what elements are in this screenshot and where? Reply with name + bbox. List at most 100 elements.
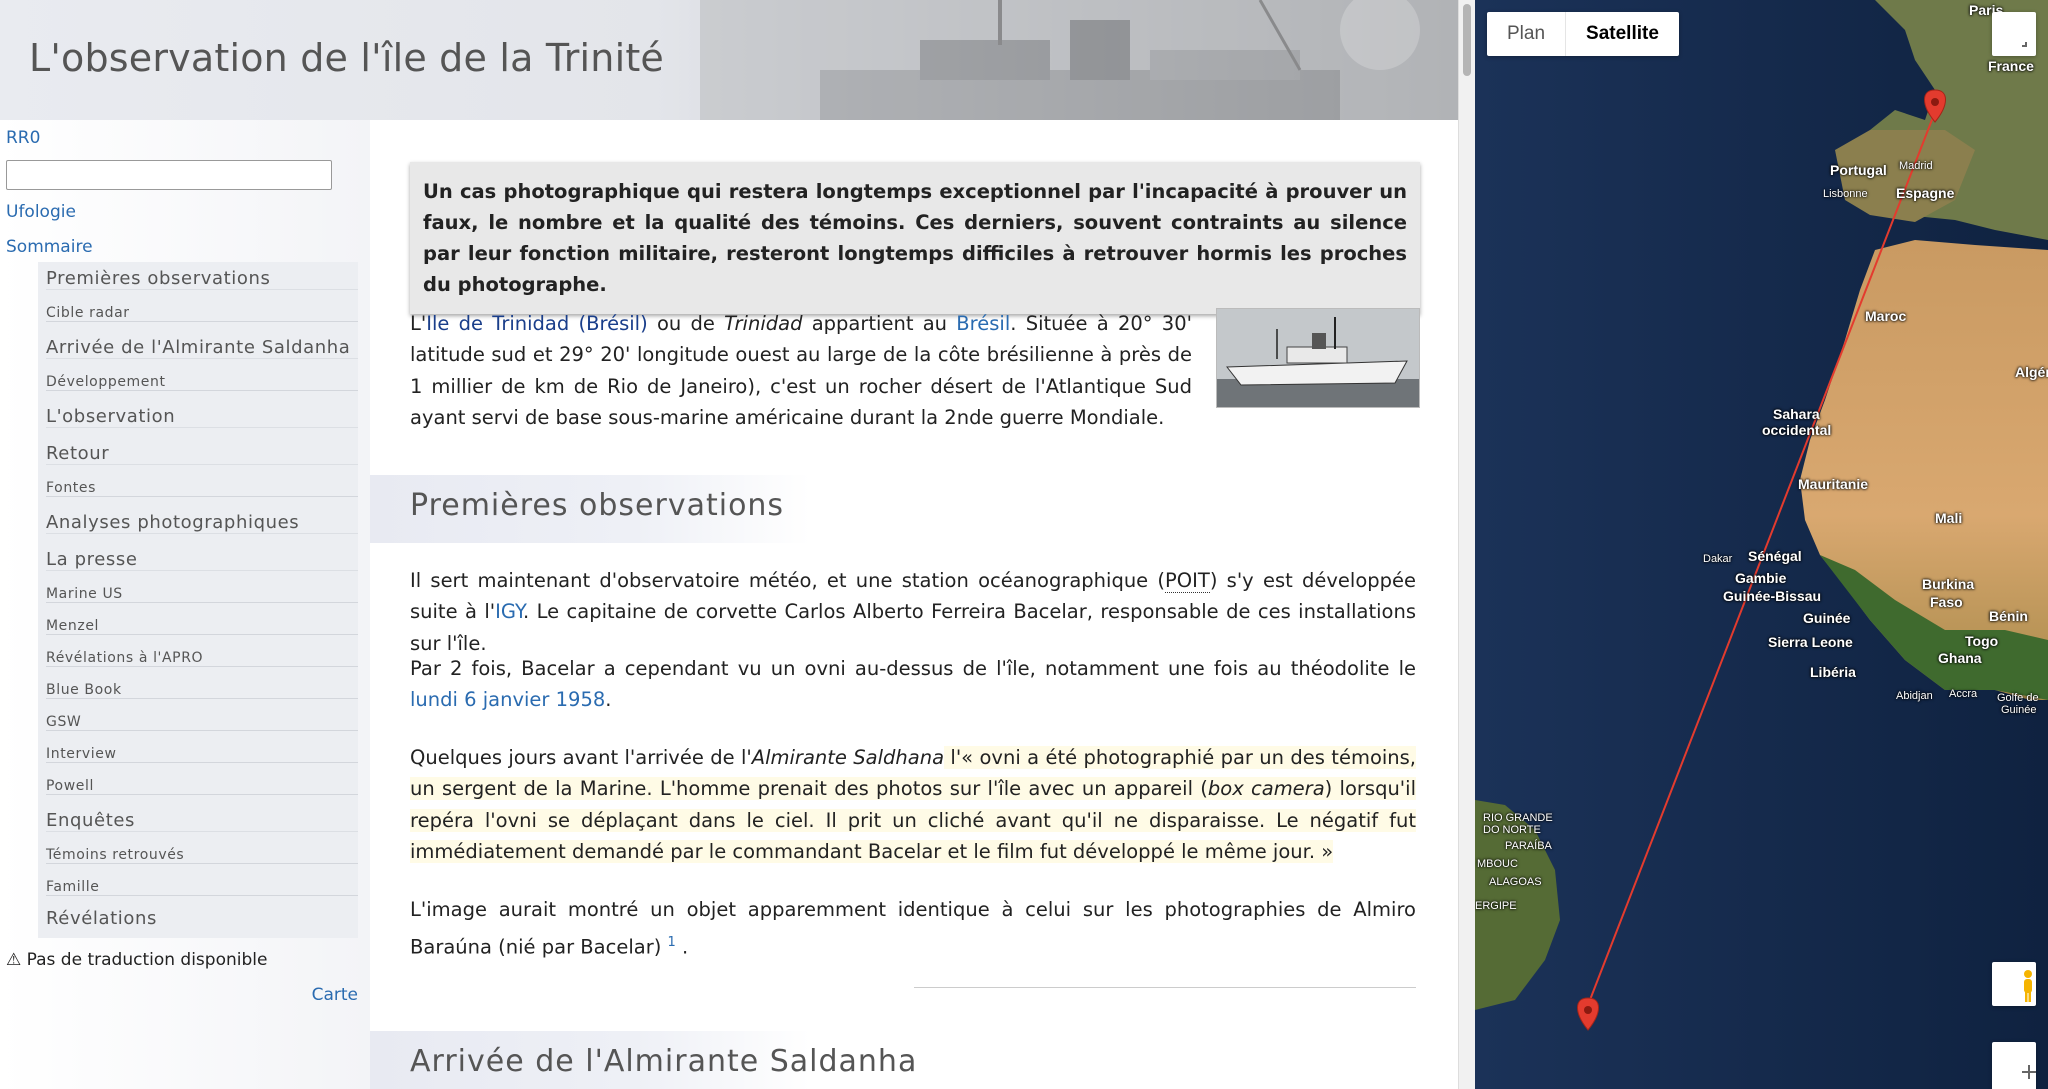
map-label-guinee: Guinée xyxy=(1803,610,1851,626)
toc-item[interactable]: Révélations xyxy=(46,908,358,929)
map-label-france: France xyxy=(1988,58,2034,74)
sidebar: RR0 Ufologie Sommaire Premières observat… xyxy=(0,120,371,1089)
toc-item[interactable]: GSW xyxy=(46,714,358,731)
zoom-control[interactable] xyxy=(1992,1042,2036,1089)
toc-item[interactable]: Arrivée de l'Almirante Saldanha xyxy=(46,337,358,359)
map-label-lisbonne: Lisbonne xyxy=(1823,188,1868,200)
map-label-golfe: Golfe de xyxy=(1997,692,2039,704)
toc-item[interactable]: Menzel xyxy=(46,618,358,635)
map-label-benin: Bénin xyxy=(1989,608,2028,624)
text: Par 2 fois, Bacelar a cependant vu un ov… xyxy=(410,657,1416,680)
toc-item[interactable]: Cible radar xyxy=(46,305,358,322)
text: Quelques jours avant l'arrivée de l' xyxy=(410,746,752,769)
text: . xyxy=(682,935,689,959)
text: box camera xyxy=(1207,777,1325,801)
map-label-accra: Accra xyxy=(1949,688,1978,700)
map-label-dakar: Dakar xyxy=(1703,553,1733,565)
page-header: L'observation de l'île de la Trinité xyxy=(0,0,1458,121)
text: Il sert maintenant d'observatoire météo,… xyxy=(410,569,1166,592)
section-heading: Premières observations xyxy=(370,475,810,543)
toc-item[interactable]: Analyses photographiques xyxy=(46,512,358,534)
map-label-burkina: Burkina xyxy=(1922,576,1975,592)
map-label-liberia: Libéria xyxy=(1810,664,1856,680)
divider xyxy=(914,987,1416,988)
text: appartient au xyxy=(802,312,957,335)
map-label-paraiba: PARAÍBA xyxy=(1505,840,1552,852)
map-panel[interactable]: Paris France Portugal Madrid Lisbonne Es… xyxy=(1475,0,2048,1089)
street-view-button[interactable] xyxy=(1992,962,2036,1006)
toc-item[interactable]: Blue Book xyxy=(46,682,358,699)
toc-item[interactable]: Révélations à l'APRO xyxy=(46,650,358,667)
section-title: Premières observations xyxy=(410,488,785,523)
table-of-contents: Premières observations Cible radar Arriv… xyxy=(38,262,358,938)
map-label-togo: Togo xyxy=(1965,633,1999,649)
toc-item[interactable]: L'observation xyxy=(46,406,358,428)
text: Almirante Saldhana xyxy=(751,746,945,769)
map-label-portugal: Portugal xyxy=(1830,162,1887,178)
scrollbar-thumb[interactable] xyxy=(1463,4,1471,76)
map-label-ergipe: ERGIPE xyxy=(1475,900,1517,912)
map-type-plan-button[interactable]: Plan xyxy=(1487,12,1565,56)
map-label-mbouc: MBOUC xyxy=(1477,858,1518,870)
poit-abbr[interactable]: POIT xyxy=(1165,569,1210,593)
page-title: L'observation de l'île de la Trinité xyxy=(29,36,665,80)
toc-item[interactable]: Développement xyxy=(46,374,358,391)
igy-link[interactable]: IGY xyxy=(495,600,523,623)
sommaire-link[interactable]: Sommaire xyxy=(6,237,93,257)
search-input[interactable] xyxy=(6,160,332,190)
map-label-occidental: occidental xyxy=(1762,422,1832,438)
ship-photo[interactable] xyxy=(1216,308,1420,408)
paragraph-station: Il sert maintenant d'observatoire météo,… xyxy=(410,565,1416,659)
map-label-gambie: Gambie xyxy=(1735,570,1787,586)
paragraph-quote: Quelques jours avant l'arrivée de l'Almi… xyxy=(410,742,1417,867)
island-link[interactable]: Ile de Trinidad (Brésil) xyxy=(426,312,647,335)
map-label-abidjan: Abidjan xyxy=(1896,690,1933,702)
pegman-icon xyxy=(2024,970,2032,1002)
map-label-rio-grande: RIO GRANDE xyxy=(1483,812,1553,824)
article-page: L'observation de l'île de la Trinité RR0… xyxy=(0,0,1458,1089)
toc-item[interactable]: Enquêtes xyxy=(46,810,358,832)
map-label-algerie: Algérie xyxy=(2015,364,2048,380)
toc-item[interactable]: Témoins retrouvés xyxy=(46,847,358,864)
text: . Le capitaine de corvette Carlos Albert… xyxy=(410,600,1416,655)
bresil-link[interactable]: Brésil xyxy=(956,312,1010,335)
toc-item[interactable]: Famille xyxy=(46,879,358,896)
map-label-alagoas: ALAGOAS xyxy=(1489,876,1542,888)
map-label-mauritanie: Mauritanie xyxy=(1798,476,1869,492)
ufologie-link[interactable]: Ufologie xyxy=(6,202,76,222)
rr0-link[interactable]: RR0 xyxy=(6,128,40,148)
map-label-do-norte: DO NORTE xyxy=(1483,824,1541,836)
map-label-sahara: Sahara xyxy=(1773,406,1820,422)
paragraph-trinidad: L'Ile de Trinidad (Brésil) ou de Trinida… xyxy=(410,308,1192,433)
map-type-satellite-button[interactable]: Satellite xyxy=(1565,12,1679,56)
map-label-mali: Mali xyxy=(1935,510,1963,526)
paragraph-image: L'image aurait montré un objet apparemme… xyxy=(410,894,1416,963)
article-content: Un cas photographique qui restera longte… xyxy=(370,120,1458,1089)
text: Trinidad xyxy=(724,312,803,335)
toc-item[interactable]: Fontes xyxy=(46,480,358,497)
fullscreen-icon xyxy=(2022,42,2027,47)
text: ou de xyxy=(647,312,725,335)
toc-item[interactable]: La presse xyxy=(46,549,358,571)
carte-link[interactable]: Carte xyxy=(312,985,358,1005)
map-label-madrid: Madrid xyxy=(1899,160,1933,172)
section-heading: Arrivée de l'Almirante Saldanha xyxy=(370,1031,916,1089)
text: . xyxy=(605,688,612,712)
toc-item[interactable]: Powell xyxy=(46,778,358,795)
map-label-guinee-bissau: Guinée-Bissau xyxy=(1723,588,1822,604)
fullscreen-button[interactable] xyxy=(1992,12,2036,56)
toc-item[interactable]: Premières observations xyxy=(46,268,358,290)
toc-item[interactable]: Interview xyxy=(46,746,358,763)
text: L'image aurait montré un objet apparemme… xyxy=(410,898,1416,959)
map-label-senegal: Sénégal xyxy=(1748,548,1802,564)
map-label-faso: Faso xyxy=(1930,594,1963,610)
toc-item[interactable]: Marine US xyxy=(46,586,358,603)
page-scrollbar[interactable] xyxy=(1458,0,1476,1089)
map-label-sierra-leone: Sierra Leone xyxy=(1768,634,1853,650)
paragraph-bacelar: Par 2 fois, Bacelar a cependant vu un ov… xyxy=(410,653,1416,716)
map-type-control: Plan Satellite xyxy=(1487,12,1679,56)
footnote-ref[interactable]: 1 xyxy=(668,935,676,950)
toc-item[interactable]: Retour xyxy=(46,443,358,465)
date-link[interactable]: lundi 6 janvier 1958 xyxy=(410,688,605,711)
zoom-in-icon[interactable] xyxy=(1992,1042,2036,1086)
